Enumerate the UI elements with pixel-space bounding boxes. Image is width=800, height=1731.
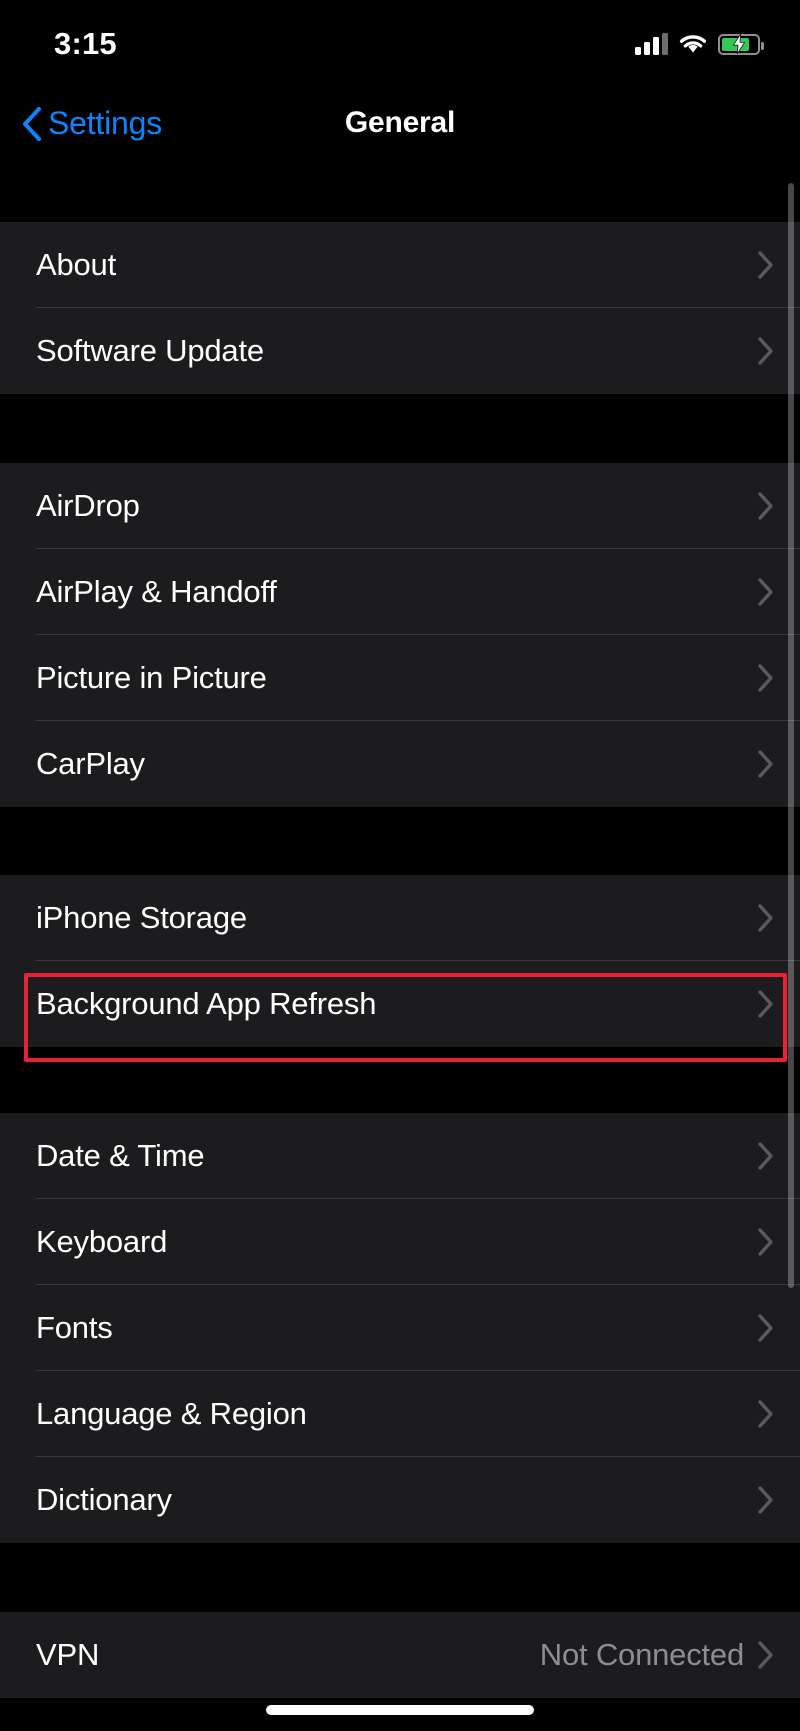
home-indicator-bar[interactable]	[266, 1705, 534, 1715]
row-label: iPhone Storage	[36, 900, 247, 935]
settings-row-dictionary[interactable]: Dictionary	[0, 1457, 800, 1543]
row-label: Picture in Picture	[36, 660, 267, 695]
battery-charging-icon	[718, 33, 764, 55]
row-label: Dictionary	[36, 1482, 172, 1517]
vpn-status-value: Not Connected	[539, 1637, 744, 1672]
row-label: Language & Region	[36, 1396, 307, 1431]
row-label: Fonts	[36, 1310, 113, 1345]
settings-row-airplay-handoff[interactable]: AirPlay & Handoff	[0, 549, 800, 635]
row-label: Date & Time	[36, 1138, 205, 1173]
connectivity-section: AirDrop AirPlay & Handoff Picture in Pic…	[0, 463, 800, 807]
section-gap	[0, 1543, 800, 1612]
section-gap	[0, 807, 800, 875]
chevron-right-icon	[758, 664, 773, 692]
localization-section: Date & Time Keyboard Fonts Language & Re…	[0, 1113, 800, 1543]
section-gap	[0, 394, 800, 463]
row-label: VPN	[36, 1637, 100, 1672]
settings-row-iphone-storage[interactable]: iPhone Storage	[0, 875, 800, 961]
settings-row-date-time[interactable]: Date & Time	[0, 1113, 800, 1199]
settings-row-background-app-refresh[interactable]: Background App Refresh	[0, 961, 800, 1047]
navigation-bar: Settings General	[0, 80, 800, 177]
cellular-signal-icon	[635, 33, 668, 55]
settings-row-vpn[interactable]: VPN Not Connected	[0, 1612, 800, 1698]
settings-row-about[interactable]: About	[0, 222, 800, 308]
row-label: AirDrop	[36, 488, 140, 523]
row-label: Background App Refresh	[36, 986, 377, 1021]
settings-row-picture-in-picture[interactable]: Picture in Picture	[0, 635, 800, 721]
chevron-right-icon	[758, 1142, 773, 1170]
status-bar-indicators	[635, 25, 764, 55]
chevron-right-icon	[758, 1314, 773, 1342]
chevron-right-icon	[758, 750, 773, 778]
row-label: About	[36, 247, 117, 282]
row-label: Software Update	[36, 333, 264, 368]
status-bar-time: 3:15	[54, 26, 117, 61]
chevron-right-icon	[758, 1486, 773, 1514]
settings-row-carplay[interactable]: CarPlay	[0, 721, 800, 807]
settings-row-keyboard[interactable]: Keyboard	[0, 1199, 800, 1285]
storage-section: iPhone Storage Background App Refresh	[0, 875, 800, 1047]
section-gap	[0, 1047, 800, 1113]
row-label: AirPlay & Handoff	[36, 574, 277, 609]
wifi-icon	[679, 35, 707, 53]
lightning-bolt-icon	[732, 34, 746, 54]
settings-row-software-update[interactable]: Software Update	[0, 308, 800, 394]
settings-row-language-region[interactable]: Language & Region	[0, 1371, 800, 1457]
chevron-right-icon	[758, 1400, 773, 1428]
about-section: About Software Update	[0, 222, 800, 394]
chevron-right-icon	[758, 904, 773, 932]
vertical-scrollbar[interactable]	[788, 183, 794, 1288]
row-label: CarPlay	[36, 746, 145, 781]
row-label: Keyboard	[36, 1224, 168, 1259]
page-title: General	[344, 106, 456, 139]
chevron-right-icon	[758, 251, 773, 279]
chevron-right-icon	[758, 492, 773, 520]
settings-list[interactable]: About Software Update AirDrop AirPlay & …	[0, 177, 800, 1731]
chevron-right-icon	[758, 990, 773, 1018]
settings-row-airdrop[interactable]: AirDrop	[0, 463, 800, 549]
section-gap	[0, 177, 800, 222]
settings-row-fonts[interactable]: Fonts	[0, 1285, 800, 1371]
status-bar: 3:15	[0, 0, 800, 80]
chevron-right-icon	[758, 578, 773, 606]
chevron-right-icon	[758, 1641, 773, 1669]
chevron-right-icon	[758, 337, 773, 365]
vpn-section: VPN Not Connected	[0, 1612, 800, 1698]
chevron-right-icon	[758, 1228, 773, 1256]
iphone-screen: 3:15 Settings General About Software Upd…	[0, 0, 800, 1731]
